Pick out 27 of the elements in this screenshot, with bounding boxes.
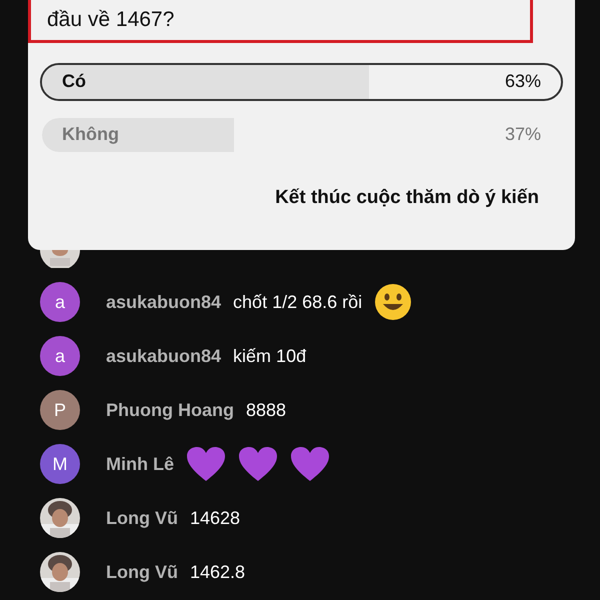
author-name: Long Vũ — [106, 506, 178, 530]
avatar: P — [40, 390, 80, 430]
chat-message: chốt 1/2 68.6 rồi — [233, 290, 362, 314]
author-name: Phuong Hoang — [106, 398, 234, 422]
chat-message: kiếm 10đ — [233, 344, 306, 368]
heart-emoji-icon — [186, 446, 226, 482]
avatar: a — [40, 282, 80, 322]
end-poll-button[interactable]: Kết thúc cuộc thăm dò ý kiến — [275, 184, 539, 212]
author-name: Long Vũ — [106, 560, 178, 584]
poll-option[interactable]: Có 63% — [40, 62, 563, 100]
option-label: Có — [62, 70, 86, 93]
author-name: asukabuon84 — [106, 290, 222, 314]
option-percent: 63% — [504, 70, 541, 93]
heart-emoji-icon — [290, 446, 330, 482]
smiley-emoji-icon — [374, 283, 412, 321]
avatar: M — [40, 444, 80, 484]
poll-question: đầu về 1467? — [47, 7, 176, 33]
chat-message: 1462.8 — [190, 560, 246, 584]
author-name: asukabuon84 — [106, 344, 222, 368]
option-percent: 37% — [504, 123, 541, 146]
chat-message: 14628 — [190, 506, 240, 530]
chat-message: 8888 — [246, 398, 286, 422]
poll-option[interactable]: Không 37% — [40, 116, 563, 154]
author-name: Minh Lê — [106, 452, 174, 476]
avatar: a — [40, 336, 80, 376]
option-label: Không — [62, 123, 119, 146]
heart-emoji-icon — [238, 446, 278, 482]
